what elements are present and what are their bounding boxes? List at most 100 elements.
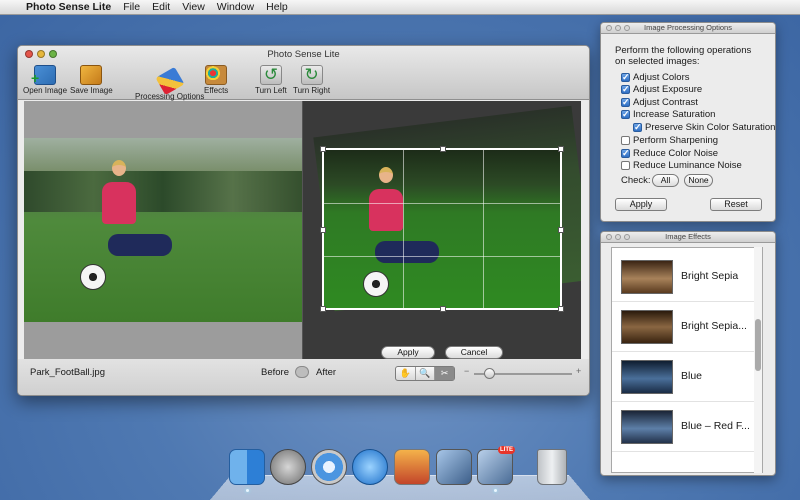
processing-apply-button[interactable]: Apply xyxy=(615,198,667,211)
option-label: Reduce Color Noise xyxy=(633,148,719,159)
view-tool-selector: ✋ 🔍 ✂ xyxy=(395,366,455,381)
processing-reset-button[interactable]: Reset xyxy=(710,198,762,211)
option-reduce-color-noise[interactable]: ✓ Reduce Color Noise xyxy=(621,148,718,159)
itunes-icon[interactable] xyxy=(352,449,388,485)
photo-sense-icon[interactable] xyxy=(436,449,472,485)
main-window: Photo Sense Lite Open Image Save Image P… xyxy=(17,45,590,396)
effects-scrollbar[interactable] xyxy=(754,247,762,473)
zoom-slider[interactable] xyxy=(474,368,572,379)
crop-handle-right[interactable] xyxy=(558,227,564,233)
processing-options-button[interactable]: Processing Options xyxy=(135,65,204,101)
menu-file[interactable]: File xyxy=(123,1,140,13)
option-label: Perform Sharpening xyxy=(633,135,719,146)
before-image-pane xyxy=(24,101,302,359)
launchpad-icon[interactable] xyxy=(270,449,306,485)
processing-options-icon xyxy=(155,66,185,96)
effects-panel-controls xyxy=(606,234,630,240)
checkbox[interactable]: ✓ xyxy=(621,149,630,158)
effect-item-blue[interactable]: Blue xyxy=(612,352,762,402)
effects-panel-minimize-button[interactable] xyxy=(615,234,621,240)
save-image-label: Save Image xyxy=(70,86,113,95)
before-after-toggle[interactable] xyxy=(295,366,309,378)
effect-label: Bright Sepia xyxy=(681,270,739,282)
effects-button[interactable]: Effects xyxy=(204,65,228,95)
photo-sense-lite-icon[interactable]: LITE xyxy=(477,446,515,485)
processing-panel-titlebar: Image Processing Options xyxy=(601,23,775,34)
hand-tool-icon[interactable]: ✋ xyxy=(396,367,416,380)
checkbox[interactable] xyxy=(621,136,630,145)
zoom-tool-icon[interactable]: 🔍 xyxy=(416,367,436,380)
before-label: Before xyxy=(261,367,289,378)
effect-thumbnail xyxy=(621,310,673,344)
checkbox[interactable]: ✓ xyxy=(621,98,630,107)
checkbox[interactable]: ✓ xyxy=(621,73,630,82)
crop-cancel-button[interactable]: Cancel xyxy=(445,346,503,359)
effect-label: Blue xyxy=(681,370,703,382)
photo-app-icon[interactable] xyxy=(394,449,430,485)
crop-apply-button[interactable]: Apply xyxy=(381,346,435,359)
effect-item-bright-sepia-2[interactable]: Bright Sepia... xyxy=(612,302,762,352)
panel-close-button[interactable] xyxy=(606,25,612,31)
trash-icon[interactable] xyxy=(537,449,567,485)
option-label: Adjust Contrast xyxy=(633,97,698,108)
finder-icon[interactable] xyxy=(229,449,265,485)
menu-edit[interactable]: Edit xyxy=(152,1,170,13)
effects-scroll-thumb[interactable] xyxy=(755,319,761,371)
option-adjust-contrast[interactable]: ✓ Adjust Contrast xyxy=(621,97,698,108)
turn-right-button[interactable]: Turn Right xyxy=(293,65,330,95)
menu-app-name[interactable]: Photo Sense Lite xyxy=(26,1,111,13)
option-label: Adjust Colors xyxy=(633,72,690,83)
effects-panel-close-button[interactable] xyxy=(606,234,612,240)
open-image-icon xyxy=(31,65,57,86)
option-perform-sharpening[interactable]: Perform Sharpening xyxy=(621,135,718,146)
crop-handle-top[interactable] xyxy=(440,146,446,152)
option-adjust-exposure[interactable]: ✓ Adjust Exposure xyxy=(621,84,702,95)
crop-handle-left[interactable] xyxy=(320,227,326,233)
menu-window[interactable]: Window xyxy=(217,1,254,13)
option-adjust-colors[interactable]: ✓ Adjust Colors xyxy=(621,72,690,83)
menu-view[interactable]: View xyxy=(182,1,205,13)
app-running-indicator xyxy=(494,489,497,492)
menu-help[interactable]: Help xyxy=(266,1,288,13)
effect-item-bright-sepia[interactable]: Bright Sepia xyxy=(612,252,762,302)
effect-item-blue-red-filter[interactable]: Blue – Red F... xyxy=(612,402,762,452)
zoom-slider-knob[interactable] xyxy=(484,368,496,379)
save-image-button[interactable]: Save Image xyxy=(70,65,113,95)
checkbox[interactable] xyxy=(621,161,630,170)
processing-panel-title: Image Processing Options xyxy=(644,23,732,32)
processing-options-label: Processing Options xyxy=(135,92,205,101)
option-label: Adjust Exposure xyxy=(633,84,703,95)
panel-zoom-button[interactable] xyxy=(624,25,630,31)
zoom-in-icon: + xyxy=(576,366,582,376)
safari-icon[interactable] xyxy=(311,449,347,485)
panel-minimize-button[interactable] xyxy=(615,25,621,31)
checkbox[interactable]: ✓ xyxy=(621,85,630,94)
option-label: Preserve Skin Color Saturation xyxy=(645,122,776,133)
crop-handle-top-right[interactable] xyxy=(558,146,564,152)
lite-badge-icon: LITE xyxy=(498,446,515,454)
crop-tool-icon[interactable]: ✂ xyxy=(435,367,455,380)
after-label: After xyxy=(316,367,337,378)
option-preserve-skin-color[interactable]: ✓ Preserve Skin Color Saturation xyxy=(633,122,775,133)
option-reduce-luminance-noise[interactable]: Reduce Luminance Noise xyxy=(621,160,742,171)
checkbox[interactable]: ✓ xyxy=(621,110,630,119)
crop-handle-bottom-left[interactable] xyxy=(320,306,326,312)
option-label: Reduce Luminance Noise xyxy=(633,160,742,171)
open-image-button[interactable]: Open Image xyxy=(23,65,67,95)
crop-rectangle[interactable] xyxy=(320,146,564,312)
crop-handle-bottom[interactable] xyxy=(440,306,446,312)
window-titlebar: Photo Sense Lite Open Image Save Image P… xyxy=(18,46,589,101)
before-photo xyxy=(24,138,302,322)
zoom-out-icon: − xyxy=(464,366,470,376)
effects-panel-zoom-button[interactable] xyxy=(624,234,630,240)
turn-left-button[interactable]: Turn Left xyxy=(255,65,287,95)
window-title: Photo Sense Lite xyxy=(267,49,340,60)
crop-handle-top-left[interactable] xyxy=(320,146,326,152)
check-all-button[interactable]: All xyxy=(652,174,679,187)
check-none-button[interactable]: None xyxy=(684,174,713,187)
open-image-label: Open Image xyxy=(23,86,68,95)
crop-handle-bottom-right[interactable] xyxy=(558,306,564,312)
checkbox[interactable]: ✓ xyxy=(633,123,642,132)
effects-list: Bright Sepia Bright Sepia... Blue Blue –… xyxy=(611,247,763,473)
option-increase-saturation[interactable]: ✓ Increase Saturation xyxy=(621,109,715,120)
